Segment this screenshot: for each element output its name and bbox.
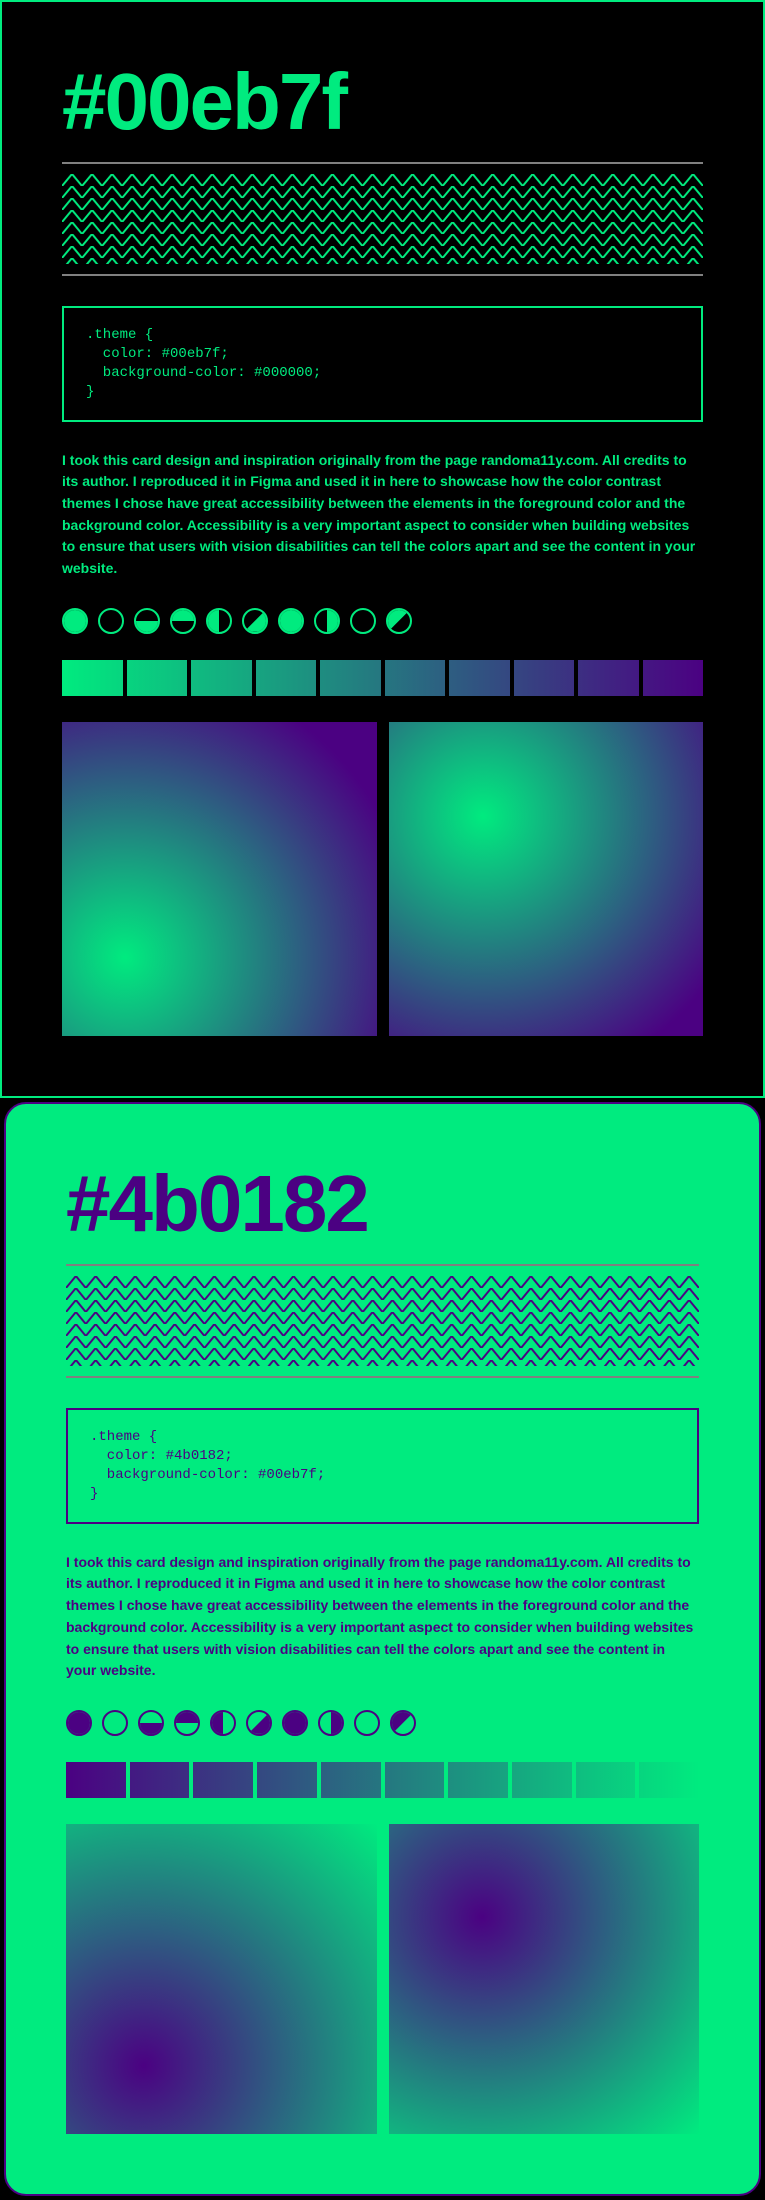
circle-half-top-icon bbox=[174, 1710, 200, 1736]
gradient-square-b bbox=[389, 722, 704, 1037]
css-code-block: .theme { color: #00eb7f; background-colo… bbox=[62, 306, 703, 422]
gradient-squares bbox=[66, 1824, 699, 2135]
divider bbox=[66, 1376, 699, 1378]
circle-diagonal-icon bbox=[390, 1710, 416, 1736]
gradient-strip bbox=[66, 1762, 699, 1798]
circle-full-icon bbox=[278, 608, 304, 634]
divider bbox=[62, 162, 703, 164]
color-title: #00eb7f bbox=[62, 62, 703, 142]
circle-half-right-icon bbox=[318, 1710, 344, 1736]
circle-diagonal-icon bbox=[386, 608, 412, 634]
circle-diagonal-icon bbox=[246, 1710, 272, 1736]
circle-empty-icon bbox=[98, 608, 124, 634]
gradient-square-a bbox=[62, 722, 377, 1037]
circle-empty-icon bbox=[350, 608, 376, 634]
circle-half-bottom-icon bbox=[134, 608, 160, 634]
description-paragraph: I took this card design and inspiration … bbox=[66, 1552, 699, 1682]
circle-diagonal-icon bbox=[242, 608, 268, 634]
zigzag-pattern bbox=[62, 174, 703, 264]
circle-full-icon bbox=[62, 608, 88, 634]
gradient-strip bbox=[62, 660, 703, 696]
circle-half-left-icon bbox=[206, 608, 232, 634]
circle-swatches bbox=[66, 1710, 699, 1736]
zigzag-pattern bbox=[66, 1276, 699, 1366]
color-title: #4b0182 bbox=[66, 1164, 699, 1244]
circle-full-icon bbox=[282, 1710, 308, 1736]
theme-card-green-on-black: #00eb7f .theme { color: #00eb7f; backgro… bbox=[0, 0, 765, 1098]
css-code-block: .theme { color: #4b0182; background-colo… bbox=[66, 1408, 699, 1524]
circle-half-right-icon bbox=[314, 608, 340, 634]
circle-empty-icon bbox=[102, 1710, 128, 1736]
divider bbox=[62, 274, 703, 276]
theme-card-purple-on-green: #4b0182 .theme { color: #4b0182; backgro… bbox=[4, 1102, 761, 2196]
circle-half-bottom-icon bbox=[138, 1710, 164, 1736]
circle-full-icon bbox=[66, 1710, 92, 1736]
description-paragraph: I took this card design and inspiration … bbox=[62, 450, 703, 580]
circle-half-top-icon bbox=[170, 608, 196, 634]
circle-swatches bbox=[62, 608, 703, 634]
gradient-squares bbox=[62, 722, 703, 1037]
gradient-square-a bbox=[66, 1824, 377, 2135]
divider bbox=[66, 1264, 699, 1266]
circle-empty-icon bbox=[354, 1710, 380, 1736]
circle-half-left-icon bbox=[210, 1710, 236, 1736]
gradient-square-b bbox=[389, 1824, 700, 2135]
